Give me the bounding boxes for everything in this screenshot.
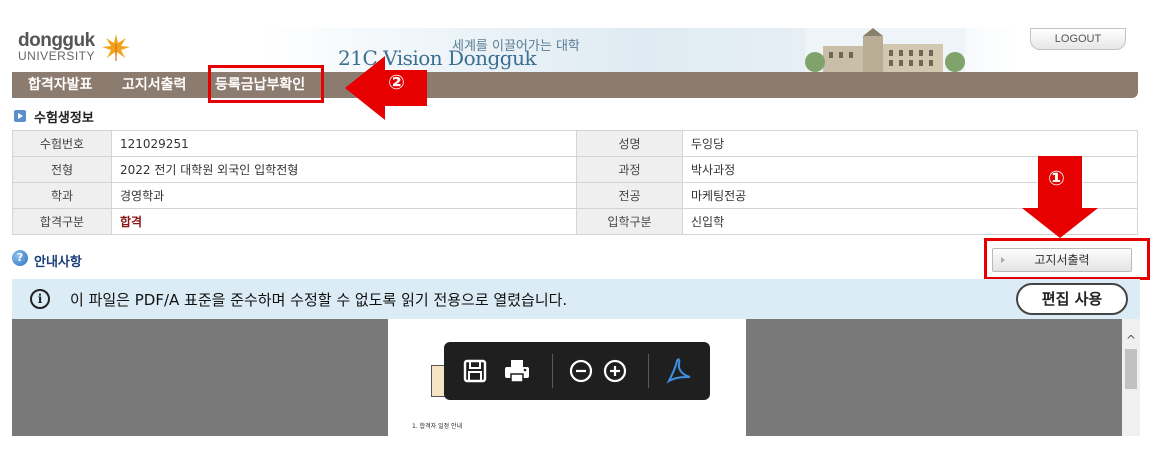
nav-item-bill-print[interactable]: 고지서출력	[122, 72, 186, 98]
zoom-in-icon[interactable]	[600, 356, 630, 386]
nav-highlight-box	[208, 65, 324, 103]
print-icon[interactable]	[502, 356, 532, 386]
label-major: 전공	[576, 182, 683, 209]
value-department: 경영학과	[111, 182, 577, 209]
applicant-info-table: 수험번호 121029251 성명 두잉당 전형 2022 전기 대학원 외국인…	[12, 130, 1138, 235]
logout-button[interactable]: LOGOUT	[1030, 28, 1126, 50]
header: dongguk UNIVERSITY 세계를 이끌어가는 대학 21C Visi…	[0, 0, 1162, 72]
value-name: 두잉당	[682, 130, 1138, 157]
info-icon: i	[30, 289, 50, 309]
pdf-readonly-message: 이 파일은 PDF/A 표준을 준수하며 수정할 수 없도록 읽기 전용으로 열…	[70, 291, 568, 309]
marker-2: ②	[388, 70, 405, 94]
table-row: 전형 2022 전기 대학원 외국인 입학전형 과정 박사과정	[12, 156, 1138, 183]
label-program: 과정	[576, 156, 683, 183]
enable-editing-button[interactable]: 편집 사용	[1016, 283, 1128, 315]
logo-text-dongguk: dongguk	[18, 30, 95, 51]
zoom-out-icon[interactable]	[566, 356, 596, 386]
marker-1: ①	[1048, 166, 1065, 190]
maple-leaf-icon	[102, 34, 130, 61]
label-name: 성명	[576, 130, 683, 157]
print-button-highlight-box	[984, 238, 1150, 280]
toolbar-separator	[552, 354, 553, 388]
main-nav: 합격자발표 고지서출력 등록금납부확인	[12, 72, 1138, 98]
question-icon: ?	[12, 250, 28, 266]
table-row: 학과 경영학과 전공 마케팅전공	[12, 182, 1138, 209]
save-icon[interactable]	[460, 356, 490, 386]
value-admission-type: 2022 전기 대학원 외국인 입학전형	[111, 156, 577, 183]
value-exam-number: 121029251	[111, 130, 577, 157]
label-admission-type: 전형	[12, 156, 112, 183]
pdf-floating-toolbar	[444, 342, 710, 400]
pdf-page-text: 1. 합격자 일정 안내	[412, 423, 463, 430]
value-pass-status: 합격	[111, 208, 577, 235]
viewer-scrollbar[interactable]: ^	[1122, 319, 1140, 436]
label-pass-status: 합격구분	[12, 208, 112, 235]
applicant-section-title: 수험생정보	[34, 111, 94, 126]
scroll-thumb[interactable]	[1125, 349, 1137, 389]
red-arrow-down-icon	[1022, 192, 1098, 238]
table-row: 수험번호 121029251 성명 두잉당	[12, 130, 1138, 157]
label-exam-number: 수험번호	[12, 130, 112, 157]
university-logo[interactable]: dongguk UNIVERSITY	[18, 30, 130, 63]
scroll-up-icon[interactable]: ^	[1126, 333, 1136, 347]
pdf-readonly-info-bar: i 이 파일은 PDF/A 표준을 준수하며 수정할 수 없도록 읽기 전용으로…	[12, 279, 1140, 319]
red-arrow-left-icon	[345, 56, 427, 120]
campus-building-illustration	[805, 28, 965, 72]
section-bullet-icon	[14, 110, 26, 122]
acrobat-icon[interactable]	[664, 356, 694, 386]
table-row: 합격구분 합격 입학구분 신입학	[12, 208, 1138, 235]
guide-section-title: 안내사항	[34, 255, 82, 270]
nav-item-pass-announcement[interactable]: 합격자발표	[28, 72, 92, 98]
label-department: 학과	[12, 182, 112, 209]
logo-text-university: UNIVERSITY	[18, 49, 96, 63]
label-entrance-type: 입학구분	[576, 208, 683, 235]
toolbar-separator	[648, 354, 649, 388]
